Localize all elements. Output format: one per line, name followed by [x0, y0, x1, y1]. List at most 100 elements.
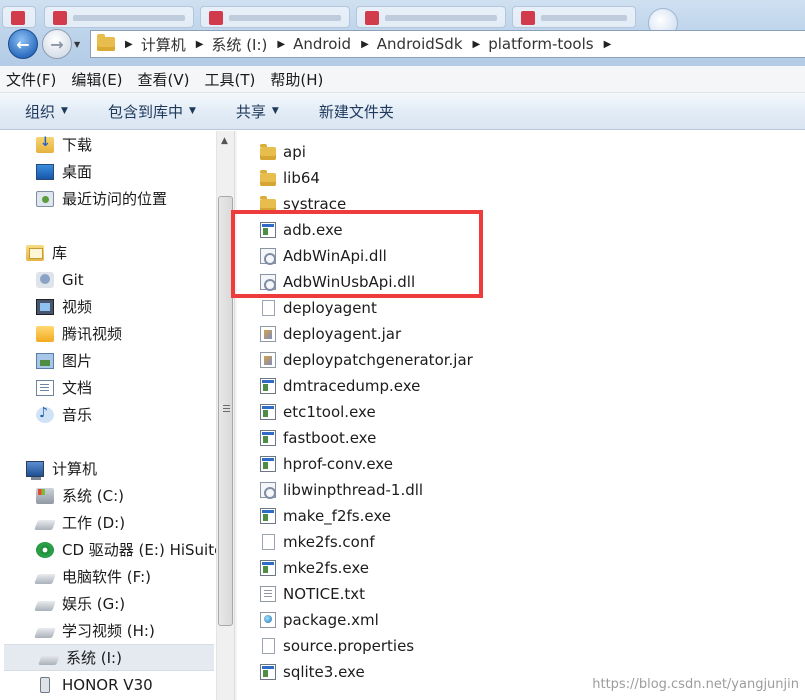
nav-label: 计算机: [52, 460, 98, 478]
nav-item-documents[interactable]: 文档: [0, 374, 216, 401]
nav-item-music[interactable]: 音乐: [0, 401, 216, 428]
file-list-item[interactable]: hprof-conv.exe: [260, 451, 393, 477]
organize-button[interactable]: 组织 ▼: [25, 101, 68, 122]
file-list-item[interactable]: dmtracedump.exe: [260, 373, 420, 399]
forward-button[interactable]: →: [42, 29, 72, 59]
file-name: deployagent: [283, 299, 377, 317]
breadcrumb-separator-icon[interactable]: ▶: [604, 39, 612, 50]
scroll-up-icon[interactable]: ▲: [221, 136, 228, 146]
back-button[interactable]: ←: [8, 29, 38, 59]
menu-view[interactable]: 查看(V): [138, 69, 190, 90]
dropdown-caret-icon: ▼: [61, 106, 68, 116]
file-name: make_f2fs.exe: [283, 507, 391, 525]
music-library-icon: [36, 405, 54, 423]
file-list-item[interactable]: mke2fs.exe: [260, 555, 369, 581]
nav-item-videos[interactable]: 视频: [0, 293, 216, 320]
file-name: deployagent.jar: [283, 325, 402, 343]
menu-help[interactable]: 帮助(H): [270, 69, 323, 90]
menu-tools[interactable]: 工具(T): [205, 69, 256, 90]
breadcrumb-computer[interactable]: 计算机: [141, 34, 186, 55]
pictures-library-icon: [36, 352, 54, 369]
file-list-item[interactable]: lib64: [260, 165, 320, 191]
nav-item-recent-places[interactable]: 最近访问的位置: [0, 185, 216, 212]
file-name: NOTICE.txt: [283, 585, 365, 603]
red-highlight-box: [231, 210, 483, 298]
breadcrumb-android[interactable]: Android: [293, 35, 351, 53]
include-in-library-button[interactable]: 包含到库中 ▼: [108, 101, 196, 122]
file-list-item[interactable]: mke2fs.conf: [260, 529, 375, 555]
file-list-item[interactable]: source.properties: [260, 633, 414, 659]
breadcrumb-separator-icon[interactable]: ▶: [473, 39, 481, 50]
file-list-item[interactable]: NOTICE.txt: [260, 581, 365, 607]
file-list-item[interactable]: make_f2fs.exe: [260, 503, 391, 529]
file-list-item[interactable]: fastboot.exe: [260, 425, 376, 451]
libraries-icon: [26, 244, 44, 261]
breadcrumb-separator-icon[interactable]: ▶: [277, 39, 285, 50]
system-drive-icon: [36, 487, 54, 504]
nav-item-downloads[interactable]: 下载: [0, 131, 216, 158]
drive-icon: [34, 519, 56, 530]
dll-file-icon: [260, 482, 276, 499]
nav-item-drive-d[interactable]: 工作 (D:): [0, 509, 216, 536]
new-folder-label: 新建文件夹: [318, 102, 394, 121]
nav-item-drive-e[interactable]: CD 驱动器 (E:) HiSuite: [0, 536, 216, 563]
file-name: mke2fs.conf: [283, 533, 375, 551]
breadcrumb-separator-icon[interactable]: ▶: [196, 39, 204, 50]
file-list-item[interactable]: api: [260, 139, 306, 165]
grip-icon: [223, 405, 230, 406]
breadcrumb-drive[interactable]: 系统 (I:): [211, 34, 267, 55]
nav-item-tencent-video[interactable]: 腾讯视频: [0, 320, 216, 347]
share-button[interactable]: 共享 ▼: [236, 101, 279, 122]
nav-label: 系统 (I:): [66, 649, 122, 667]
breadcrumb-androidsdk[interactable]: AndroidSdk: [377, 35, 463, 53]
file-list-item[interactable]: sqlite3.exe: [260, 659, 365, 685]
nav-item-pictures[interactable]: 图片: [0, 347, 216, 374]
folder-icon: [97, 34, 115, 51]
jar-file-icon: [260, 352, 276, 368]
exe-file-icon: [260, 430, 276, 446]
nav-item-git[interactable]: Git: [0, 266, 216, 293]
file-list-item[interactable]: package.xml: [260, 607, 379, 633]
nav-label: 电脑软件 (F:): [62, 568, 151, 586]
file-name: fastboot.exe: [283, 429, 377, 447]
breadcrumb-separator-icon[interactable]: ▶: [125, 39, 133, 50]
file-list-item[interactable]: deployagent.jar: [260, 321, 401, 347]
watermark: https://blog.csdn.net/yangjunjin: [592, 677, 799, 692]
breadcrumb-separator-icon[interactable]: ▶: [361, 39, 369, 50]
file-list-item[interactable]: etc1tool.exe: [260, 399, 376, 425]
nav-item-libraries[interactable]: 库: [0, 239, 216, 266]
background-tab: [44, 6, 194, 28]
nav-label: 视频: [62, 298, 93, 316]
file-name: mke2fs.exe: [283, 559, 370, 577]
breadcrumb-platform-tools[interactable]: platform-tools: [488, 35, 593, 53]
nav-item-drive-c[interactable]: 系统 (C:): [0, 482, 216, 509]
file-name: etc1tool.exe: [283, 403, 376, 421]
nav-label: 系统 (C:): [62, 487, 124, 505]
file-name: sqlite3.exe: [283, 663, 365, 681]
nav-item-drive-h[interactable]: 学习视频 (H:): [0, 617, 216, 644]
nav-item-computer[interactable]: 计算机: [0, 455, 216, 482]
file-name: deploypatchgenerator.jar: [283, 351, 473, 369]
file-name: source.properties: [283, 637, 415, 655]
menu-edit[interactable]: 编辑(E): [71, 69, 122, 90]
cd-drive-icon: [36, 541, 54, 558]
new-folder-button[interactable]: 新建文件夹: [319, 101, 394, 122]
file-name: package.xml: [283, 611, 379, 629]
drive-icon: [34, 573, 56, 584]
nav-item-drive-f[interactable]: 电脑软件 (F:): [0, 563, 216, 590]
file-list-item[interactable]: libwinpthread-1.dll: [260, 477, 423, 503]
address-bar[interactable]: ▶ 计算机 ▶ 系统 (I:) ▶ Android ▶ AndroidSdk ▶…: [90, 30, 805, 58]
file-list-item[interactable]: deployagent: [260, 295, 377, 321]
history-dropdown-icon[interactable]: ▼: [74, 40, 80, 49]
nav-item-desktop[interactable]: 桌面: [0, 158, 216, 185]
file-list-item[interactable]: deploypatchgenerator.jar: [260, 347, 473, 373]
dropdown-caret-icon: ▼: [188, 106, 196, 116]
nav-item-honor-v30[interactable]: HONOR V30: [0, 671, 216, 698]
recent-places-icon: [36, 190, 54, 207]
menu-file[interactable]: 文件(F): [6, 69, 56, 90]
nav-label: 音乐: [62, 406, 93, 424]
text-file-icon: [260, 586, 276, 602]
nav-item-drive-i[interactable]: 系统 (I:): [4, 644, 214, 671]
file-name: dmtracedump.exe: [283, 377, 421, 395]
nav-item-drive-g[interactable]: 娱乐 (G:): [0, 590, 216, 617]
